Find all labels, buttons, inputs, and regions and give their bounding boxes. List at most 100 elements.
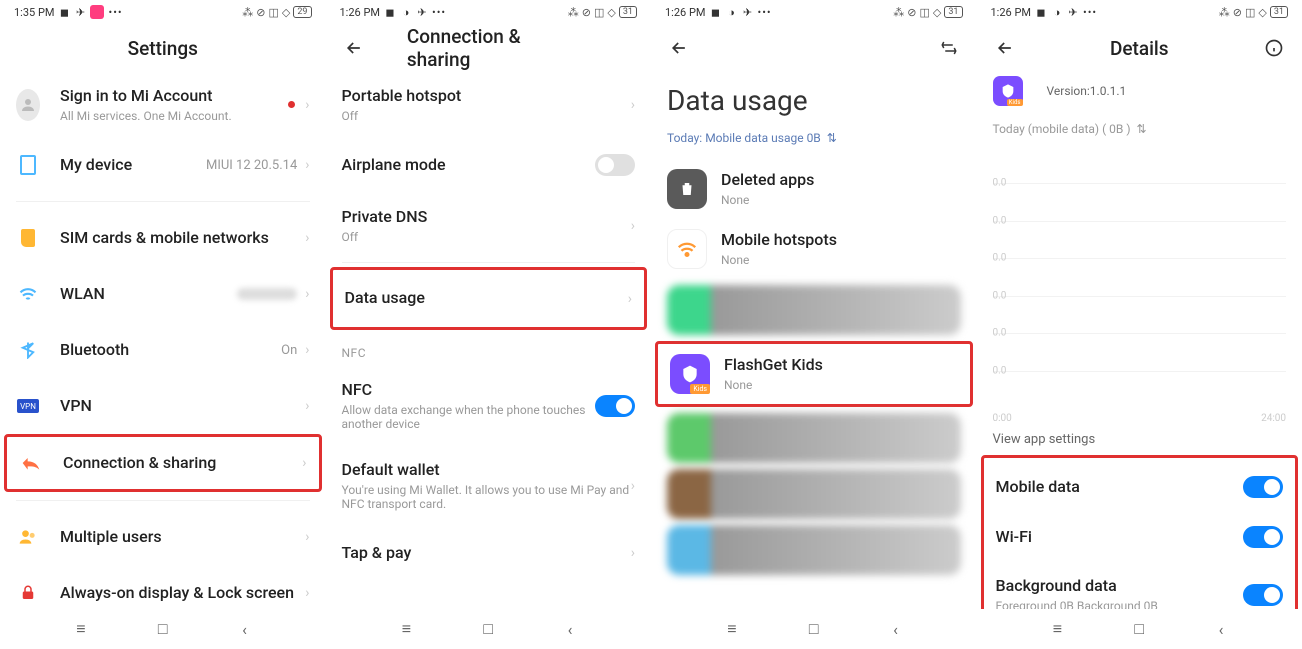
back-button[interactable]: ‹ (558, 617, 582, 641)
usage-chart: 0.0 0.0 0.0 0.0 0.0 0.0 0:00 24:00 (993, 158, 1287, 408)
bluetooth-row[interactable]: Bluetooth On › (16, 322, 310, 378)
vibrate-icon: ◫ (594, 6, 604, 19)
connection-sharing-screen: 1:26 PM ◼ ◑ ✈ ••• ⁂ ⊘ ◫ ◇ 31 Connection … (326, 0, 652, 649)
divider (16, 201, 310, 202)
item-sub: Off (342, 230, 631, 244)
chevron-right-icon: › (631, 97, 635, 113)
chevron-right-icon: › (305, 342, 309, 358)
view-app-settings-link[interactable]: View app settings (993, 408, 1287, 455)
item-title: Tap & pay (342, 543, 631, 564)
status-time: 1:26 PM (665, 6, 705, 19)
send-icon: ✈ (74, 6, 86, 18)
home-button[interactable]: □ (151, 617, 175, 641)
vpn-icon: VPN (16, 394, 40, 418)
sign-in-row[interactable]: Sign in to Mi Account All Mi services. O… (16, 72, 310, 137)
vpn-row[interactable]: VPN VPN › (16, 378, 310, 434)
wifi-row[interactable]: Wi-Fi (996, 512, 1284, 562)
status-app-icon: ◼ (709, 6, 721, 18)
home-button[interactable]: □ (802, 617, 826, 641)
bluetooth-icon (16, 338, 40, 362)
item-title: Portable hotspot (342, 86, 631, 107)
nfc-toggle[interactable] (595, 395, 635, 417)
back-button[interactable]: ‹ (884, 617, 908, 641)
page-title: Settings (128, 37, 198, 60)
item-value (237, 288, 297, 300)
nfc-row[interactable]: NFC Allow data exchange when the phone t… (342, 366, 636, 446)
background-data-toggle[interactable] (1243, 584, 1283, 606)
private-dns-row[interactable]: Private DNS Off › (342, 193, 636, 258)
chevron-right-icon: › (305, 398, 309, 414)
flashget-kids-row[interactable]: Kids FlashGet Kids None (655, 341, 973, 407)
default-wallet-row[interactable]: Default wallet You're using Mi Wallet. I… (342, 446, 636, 526)
airplane-mode-row[interactable]: Airplane mode (342, 137, 636, 193)
home-button[interactable]: □ (476, 617, 500, 641)
chart-y-label: 0.0 (993, 290, 1007, 301)
wifi-status-icon: ◇ (282, 6, 290, 19)
toggle-title: Mobile data (996, 477, 1244, 498)
item-title: NFC (342, 380, 596, 401)
header (651, 24, 977, 72)
wifi-status-icon: ◇ (607, 6, 615, 19)
back-button[interactable] (342, 36, 366, 60)
back-button[interactable] (667, 36, 691, 60)
multiple-users-row[interactable]: Multiple users › (16, 509, 310, 565)
home-button[interactable]: □ (1127, 617, 1151, 641)
recent-apps-button[interactable]: ≡ (394, 617, 418, 641)
data-usage-row[interactable]: Data usage › (330, 267, 648, 330)
recent-apps-button[interactable]: ≡ (720, 617, 744, 641)
settings-screen: 1:35 PM ◼ ✈ ••• ⁂ ⊘ ◫ ◇ 29 Settings Sign… (0, 0, 326, 649)
my-device-row[interactable]: My device MIUI 12 20.5.14 › (16, 137, 310, 193)
portable-hotspot-row[interactable]: Portable hotspot Off › (342, 72, 636, 137)
item-title: My device (60, 155, 206, 176)
deleted-apps-row[interactable]: Deleted apps None (667, 159, 961, 219)
wlan-row[interactable]: WLAN › (16, 266, 310, 322)
blurred-app-row (667, 285, 961, 335)
flashget-icon: Kids (670, 354, 710, 394)
wifi-status-icon: ◇ (933, 6, 941, 19)
page-title: Details (1110, 37, 1169, 60)
more-icon: ••• (757, 6, 771, 19)
recent-apps-button[interactable]: ≡ (1045, 617, 1069, 641)
wifi-toggle[interactable] (1243, 526, 1283, 548)
signin-title: Sign in to Mi Account (60, 86, 288, 107)
sort-button[interactable] (937, 36, 961, 60)
back-button[interactable] (993, 36, 1017, 60)
status-bar: 1:35 PM ◼ ✈ ••• ⁂ ⊘ ◫ ◇ 29 (0, 0, 326, 24)
back-button[interactable]: ‹ (233, 617, 257, 641)
notification-dot (288, 101, 295, 108)
sim-icon (16, 226, 40, 250)
filter-selector[interactable]: Today (mobile data) ( 0B ) ⇅ (993, 116, 1287, 150)
toggle-sub: Foreground 0B Background 0B (996, 599, 1244, 609)
dropdown-icon: ⇅ (827, 131, 837, 145)
page-title: Data usage (667, 72, 961, 125)
chart-y-label: 0.0 (993, 328, 1007, 339)
item-title: SIM cards & mobile networks (60, 228, 305, 249)
item-title: Bluetooth (60, 340, 281, 361)
lock-screen-row[interactable]: Always-on display & Lock screen › (16, 565, 310, 609)
share-icon (19, 451, 43, 475)
background-data-row[interactable]: Background data Foreground 0B Background… (996, 562, 1284, 609)
mobile-data-row[interactable]: Mobile data (996, 462, 1284, 512)
toggle-group: Mobile data Wi-Fi Background data Foregr… (981, 455, 1299, 609)
info-button[interactable] (1262, 36, 1286, 60)
recent-apps-button[interactable]: ≡ (69, 617, 93, 641)
item-title: Data usage (345, 288, 628, 309)
mobile-data-toggle[interactable] (1243, 476, 1283, 498)
tap-pay-row[interactable]: Tap & pay › (342, 525, 636, 581)
mobile-hotspots-row[interactable]: Mobile hotspots None (667, 219, 961, 279)
filter-selector[interactable]: Today: Mobile data usage 0B ⇅ (667, 125, 961, 159)
status-app-icon: ◼ (58, 6, 70, 18)
chevron-right-icon: › (302, 455, 306, 471)
airplane-toggle[interactable] (595, 154, 635, 176)
send-icon: ✈ (1067, 6, 1079, 18)
back-button[interactable]: ‹ (1209, 617, 1233, 641)
nav-bar: ≡ □ ‹ (651, 609, 977, 649)
item-sub: Off (342, 109, 631, 123)
bluetooth-status-icon: ⁂ (568, 6, 579, 19)
nav-bar: ≡ □ ‹ (0, 609, 326, 649)
dnd-icon: ⊘ (907, 6, 916, 19)
sim-row[interactable]: SIM cards & mobile networks › (16, 210, 310, 266)
nfc-section-label: NFC (342, 334, 636, 366)
divider (16, 500, 310, 501)
connection-sharing-row[interactable]: Connection & sharing › (4, 434, 322, 492)
